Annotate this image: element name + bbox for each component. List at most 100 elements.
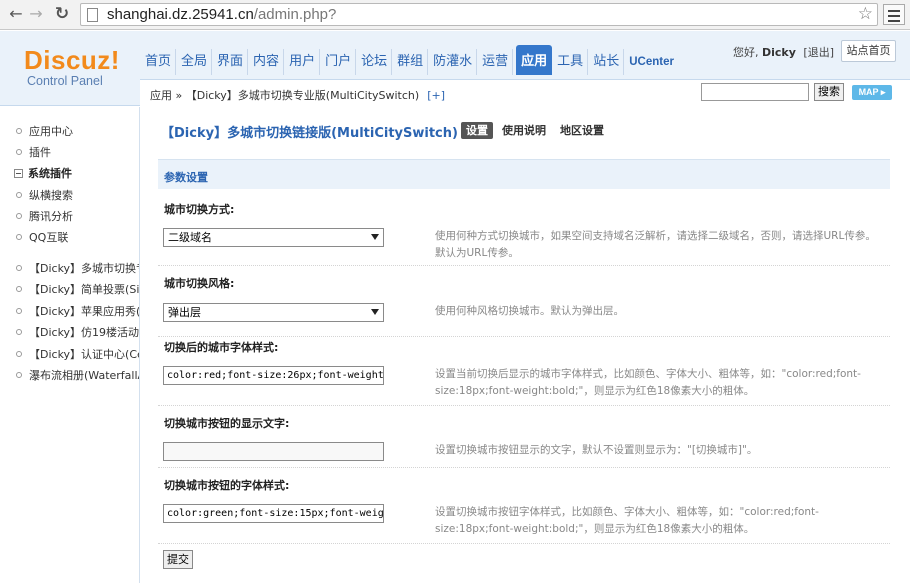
admin-header: Discuz! Control Panel 首页 全局 界面 内容 用户 门户 论坛 群组 防灌… xyxy=(0,31,910,106)
username: Dicky xyxy=(762,46,796,59)
nav-item[interactable]: 首页 xyxy=(143,49,177,75)
site-home-button[interactable]: 站点首页 xyxy=(841,40,896,62)
sidebar-item[interactable]: 【Dicky】仿19楼活动 xyxy=(16,324,139,340)
nav-item[interactable]: 门户 xyxy=(323,49,357,75)
field-help: 设置切换城市按钮显示的文字，默认不设置则显示为："[切换城市]"。 xyxy=(435,444,758,456)
field-help: 设置当前切换后显示的城市字体样式，比如颜色、字体大小、粗体等，如："color:… xyxy=(435,368,861,397)
breadcrumb: 应用 » 【Dicky】多城市切换专业版(MultiCitySwitch) [+] xyxy=(150,87,445,103)
bullet-icon xyxy=(16,286,22,292)
nav-item[interactable]: 应用 xyxy=(516,45,553,75)
collapse-icon xyxy=(14,169,23,178)
sidebar-item-label: 系统插件 xyxy=(28,167,72,180)
map-button[interactable]: MAP ▸ xyxy=(852,85,892,100)
sidebar-item-label: 腾讯分析 xyxy=(29,210,73,223)
nav-item[interactable]: 论坛 xyxy=(359,49,393,75)
nav-item[interactable]: 工具 xyxy=(555,49,589,75)
plugin-tab[interactable]: 设置 xyxy=(461,122,493,139)
sidebar-item-label: 应用中心 xyxy=(29,125,73,138)
sidebar-item-label: QQ互联 xyxy=(29,231,69,244)
nav-item[interactable]: 防灌水 xyxy=(431,49,478,75)
submit-button[interactable]: 提交 xyxy=(163,550,193,569)
page-icon xyxy=(87,8,98,22)
nav-item[interactable]: 全局 xyxy=(179,49,213,75)
back-arrow-icon[interactable]: ← xyxy=(6,4,26,24)
sidebar-item-label: 插件 xyxy=(29,146,51,159)
nav-item[interactable]: UCenter xyxy=(627,49,678,75)
sidebar-item[interactable]: QQ互联 xyxy=(16,229,68,245)
control-panel-label: Control Panel xyxy=(27,74,103,88)
bullet-icon xyxy=(16,329,22,335)
sidebar-item[interactable]: 【Dicky】认证中心(Ce xyxy=(16,346,140,362)
row-divider xyxy=(158,467,890,468)
search-input[interactable] xyxy=(701,83,809,101)
text-field[interactable] xyxy=(163,442,384,461)
chevron-down-icon xyxy=(371,309,379,315)
field-label: 切换后的城市字体样式: xyxy=(164,341,279,354)
bullet-icon xyxy=(16,128,22,134)
plugin-title: 【Dicky】多城市切换链接版(MultiCitySwitch) xyxy=(161,126,458,141)
plugin-tab[interactable]: 地区设置 xyxy=(555,122,609,139)
logout-link[interactable]: [退出] xyxy=(803,46,834,59)
nav-item[interactable]: 群组 xyxy=(395,49,429,75)
sidebar: 应用中心插件系统插件纵横搜索腾讯分析 QQ互联【Dicky】多城市切换专业版【Di… xyxy=(0,107,140,583)
sidebar-item[interactable]: 插件 xyxy=(16,144,51,160)
address-bar[interactable]: shanghai.dz.25941.cn/admin.php? ☆ xyxy=(80,3,878,26)
search-button[interactable]: 搜索 xyxy=(814,83,844,101)
sidebar-item[interactable]: 纵横搜索 xyxy=(16,187,73,203)
add-shortcut-link[interactable]: [+] xyxy=(427,89,445,102)
chevron-down-icon xyxy=(371,234,379,240)
bullet-icon xyxy=(16,265,22,271)
select-value: 二级域名 xyxy=(168,231,212,244)
plugin-tabs: 设置 使用说明 地区设置 xyxy=(461,122,613,139)
nav-item[interactable]: 用户 xyxy=(287,49,321,75)
reload-icon[interactable]: ↻ xyxy=(52,4,72,24)
url-text[interactable]: shanghai.dz.25941.cn/admin.php? xyxy=(107,6,336,23)
nav-item[interactable]: 运营 xyxy=(480,49,514,75)
select-field[interactable]: 弹出层 xyxy=(163,303,384,322)
browser-toolbar: ← → ↻ shanghai.dz.25941.cn/admin.php? ☆ xyxy=(0,0,910,30)
section-title: 参数设置 xyxy=(164,171,208,184)
field-help: 使用何种方式切换城市，如果空间支持域名泛解析，请选择二级域名，否则，请选择URL… xyxy=(435,230,876,259)
bullet-icon xyxy=(16,351,22,357)
sidebar-item-label: 【Dicky】认证中心(Ce xyxy=(29,348,140,361)
field-label: 切换城市按钮的显示文字: xyxy=(164,417,290,430)
nav-item[interactable]: 内容 xyxy=(251,49,285,75)
breadcrumb-bar: 应用 » 【Dicky】多城市切换专业版(MultiCitySwitch) [+]… xyxy=(140,79,910,106)
row-divider xyxy=(158,405,890,406)
sidebar-item[interactable]: 腾讯分析 xyxy=(16,208,73,224)
sidebar-item[interactable]: 【Dicky】苹果应用秀( xyxy=(16,303,139,319)
sidebar-item[interactable]: 瀑布流相册(WaterfallA xyxy=(16,367,139,383)
user-bar: 您好, Dicky [退出] xyxy=(733,44,834,60)
sidebar-item-label: 【Dicky】多城市切换专业版 xyxy=(29,262,139,275)
bullet-icon xyxy=(16,149,22,155)
sidebar-group-head[interactable]: 系统插件 xyxy=(14,165,72,181)
sidebar-item[interactable]: 【Dicky】多城市切换专业版 xyxy=(16,260,139,276)
nav-item[interactable]: 界面 xyxy=(215,49,249,75)
text-field[interactable]: color:green;font-size:15px;font-weight:b… xyxy=(163,504,384,523)
bullet-icon xyxy=(16,308,22,314)
select-field[interactable]: 二级域名 xyxy=(163,228,384,247)
section-header: 参数设置 xyxy=(158,159,890,189)
top-navigation: 首页 全局 界面 内容 用户 门户 论坛 群组 防灌水 运营 应用 工具 站长 UCenter xyxy=(143,45,681,75)
discuz-logo[interactable]: Discuz! xyxy=(24,45,120,76)
text-field[interactable]: color:red;font-size:26px;font-weight:bol… xyxy=(163,366,384,385)
field-help: 设置切换城市按钮字体样式，比如颜色、字体大小、粗体等，如："color:red;… xyxy=(435,506,819,535)
row-divider xyxy=(158,543,890,544)
sidebar-item[interactable]: 应用中心 xyxy=(16,123,73,139)
field-label: 城市切换风格: xyxy=(164,277,235,290)
sidebar-item[interactable]: 【Dicky】简单投票(Si xyxy=(16,281,139,297)
bookmark-star-icon[interactable]: ☆ xyxy=(858,4,873,24)
greeting: 您好, xyxy=(733,46,759,59)
forward-arrow-icon[interactable]: → xyxy=(26,4,46,24)
main-content: 【Dicky】多城市切换链接版(MultiCitySwitch) 设置 使用说明地… xyxy=(158,107,890,583)
field-label: 切换城市按钮的字体样式: xyxy=(164,479,290,492)
plugin-tab[interactable]: 使用说明 xyxy=(497,122,551,139)
row-divider xyxy=(158,336,890,337)
browser-menu-icon[interactable] xyxy=(883,4,905,25)
bullet-icon xyxy=(16,372,22,378)
sidebar-item-label: 【Dicky】仿19楼活动 xyxy=(29,326,140,339)
nav-item[interactable]: 站长 xyxy=(591,49,625,75)
field-help: 使用何种风格切换城市。默认为弹出层。 xyxy=(435,305,624,317)
bullet-icon xyxy=(16,234,22,240)
select-value: 弹出层 xyxy=(168,306,201,319)
